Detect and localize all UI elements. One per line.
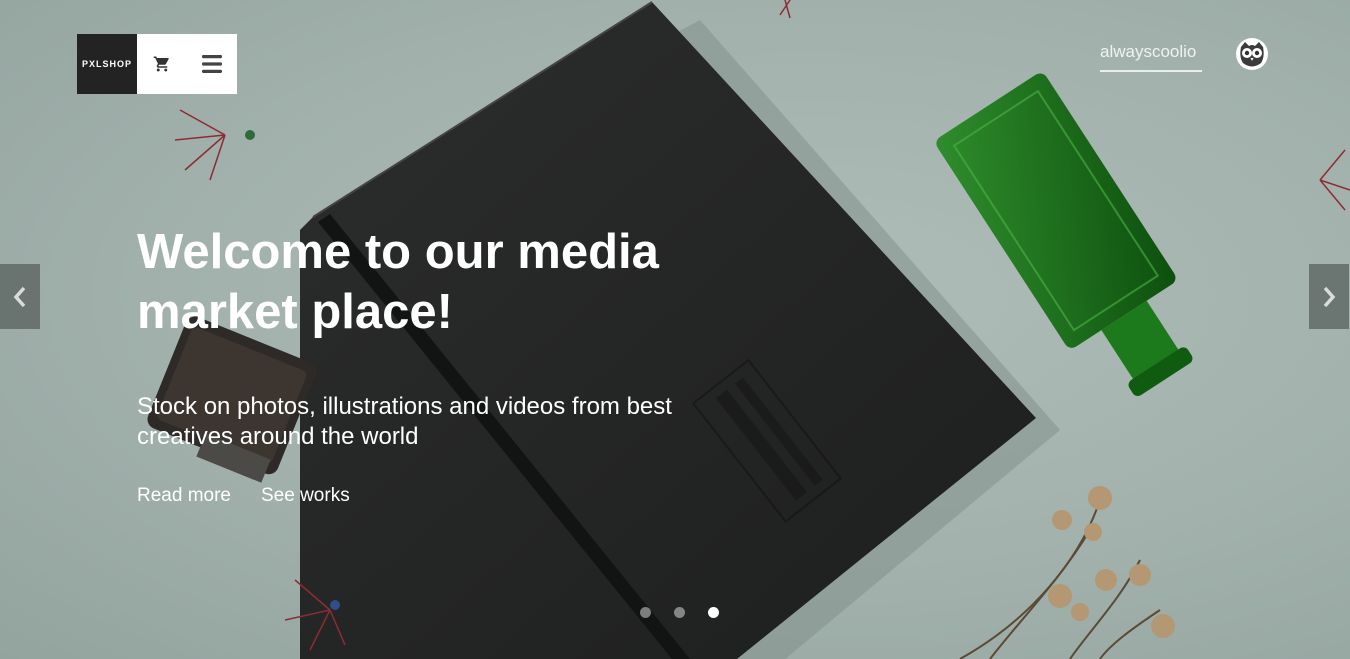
menu-button[interactable] (187, 34, 237, 94)
slide-dot-3[interactable] (708, 607, 719, 618)
slide-dot-1[interactable] (640, 607, 651, 618)
hero-subtitle: Stock on photos, illustrations and video… (137, 393, 672, 450)
read-more-link[interactable]: Read more (137, 485, 231, 507)
logo[interactable]: PXLSHOP (77, 34, 137, 94)
see-works-link[interactable]: See works (261, 485, 350, 507)
hero-title: Welcome to our media market place! (137, 225, 659, 339)
next-slide-button[interactable] (1309, 264, 1349, 329)
hero-slider: PXLSHOP alwayscoolio Welcome to our medi… (0, 0, 1350, 659)
cart-icon (153, 56, 169, 72)
cart-button[interactable] (137, 34, 187, 94)
owl-avatar-icon[interactable] (1235, 37, 1269, 71)
previous-slide-button[interactable] (0, 264, 40, 329)
header-nav: PXLSHOP (77, 34, 237, 94)
username-link[interactable]: alwayscoolio (1100, 42, 1202, 72)
chevron-left-icon (13, 286, 26, 307)
hero-links: Read more See works (137, 485, 350, 507)
slide-indicators (640, 607, 719, 618)
slide-dot-2[interactable] (674, 607, 685, 618)
chevron-right-icon (1323, 286, 1336, 307)
menu-icon (202, 55, 222, 73)
